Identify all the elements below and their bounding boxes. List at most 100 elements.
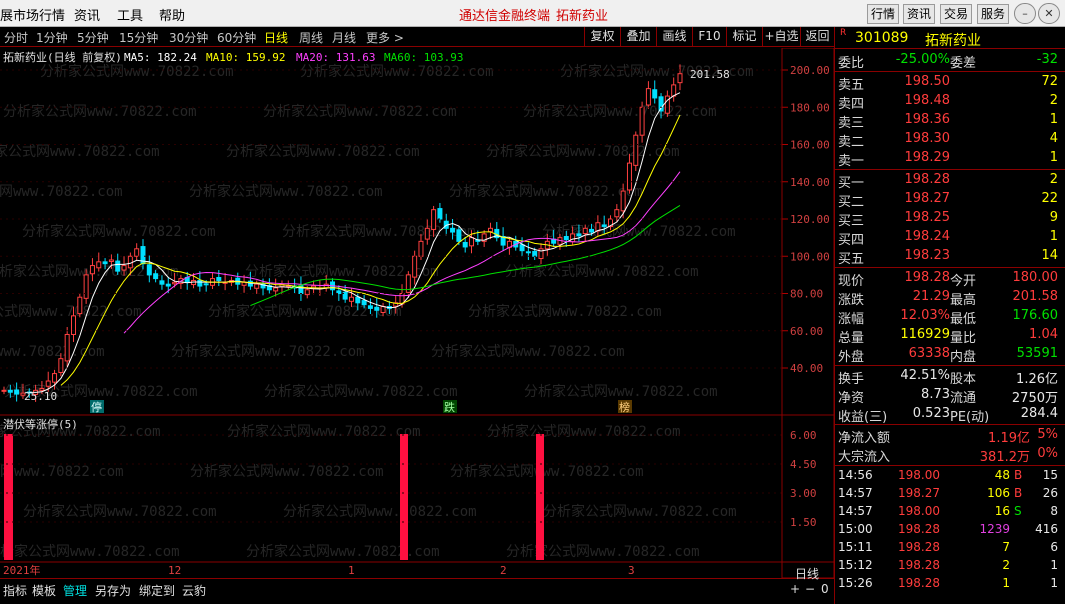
news-button[interactable]: 资讯 [903,4,935,24]
stat2-row: 净资 8.73 流通 2750万 [835,386,1065,406]
buy-row[interactable]: 买五 198.23 14 [835,247,1065,267]
sell-row[interactable]: 卖五 198.50 72 [835,73,1065,93]
tick-row[interactable]: 15:00 198.28 1239 416 [835,521,1065,540]
sell-price: 198.29 [904,150,951,165]
trade-button[interactable]: 交易 [940,4,972,24]
candle-body [153,273,159,280]
zoom-out-button[interactable]: − [805,582,815,596]
buy-row[interactable]: 买一 198.28 2 [835,171,1065,191]
period-15min[interactable]: 15分钟 [119,29,158,46]
zoom-in-button[interactable]: + [790,582,800,596]
stat-label: 最低 [950,312,977,327]
kline-chart[interactable]: 分析家公式网www.70822.com 分析家公式网www.70822.com 分析… [0,47,835,579]
candle-body [172,281,178,285]
watermark-text: 分析家公式网www.70822.com [23,503,217,520]
period-5min[interactable]: 5分钟 [77,29,109,46]
candle-body [115,260,121,272]
menu-tools[interactable]: 工具 [117,5,143,24]
watermark-text: 分析家公式网www.70822.com [543,503,737,520]
ma60-line [250,204,681,307]
tab-manage[interactable]: 管理 [63,582,87,599]
period-timeshare[interactable]: 分时 [4,29,28,46]
tab-cloud[interactable]: 云豹 [182,582,206,599]
f10-button[interactable]: F10 [692,27,726,46]
period-30min[interactable]: 30分钟 [169,29,208,46]
minimize-icon[interactable]: – [1014,3,1036,24]
tick-row[interactable]: 14:57 198.27 106 B 26 [835,485,1065,504]
sell-row[interactable]: 卖四 198.48 2 [835,92,1065,112]
stat2-value: 1.26亿 [1016,372,1058,387]
period-monthly[interactable]: 月线 [332,29,356,46]
candle-body [639,106,645,136]
tab-indicator[interactable]: 指标 [3,582,27,599]
zoom-reset-button[interactable]: 0 [821,582,829,596]
candle-body [241,281,247,286]
stock-code[interactable]: 301089 [855,30,908,46]
tab-bind[interactable]: 绑定到 [139,582,175,599]
menu-news[interactable]: 资讯 [74,5,100,24]
indicator-title: 潜伏等涨停(5) [3,417,78,431]
buy-row[interactable]: 买四 198.24 1 [835,228,1065,248]
watermark-text: 分析家公式网www.70822.com [0,303,142,320]
tab-template[interactable]: 模板 [32,582,56,599]
buy-price: 198.28 [904,172,951,187]
tick-count: 26 [1042,486,1058,500]
flow-value: 1.19亿 [988,431,1030,446]
mark-list[interactable]: 榜 [619,400,630,414]
tick-volume: 1 [1002,576,1010,590]
buy-volume: 1 [1049,229,1058,244]
period-60min[interactable]: 60分钟 [217,29,256,46]
stat-label: 涨幅 [838,312,865,327]
draw-button[interactable]: 画线 [656,27,692,46]
back-button[interactable]: 返回 [800,27,834,46]
menu-help[interactable]: 帮助 [159,5,185,24]
menu-market[interactable]: 展市场行情 [0,5,65,24]
sell-row[interactable]: 卖一 198.29 1 [835,149,1065,169]
sell-row[interactable]: 卖二 198.30 4 [835,130,1065,150]
candle-body [58,358,64,373]
candle-body [645,88,651,106]
stat2-label: 净资 [838,391,865,406]
watermark-text: 分析家公式网www.70822.com [524,383,718,400]
watermark-text: 分析家公式网www.70822.com [0,463,124,480]
sell-price: 198.50 [904,74,951,89]
chart-area[interactable]: 分析家公式网www.70822.com 分析家公式网www.70822.com 分析… [0,47,835,579]
mark-halt[interactable]: 停 [91,400,102,414]
overlay-button[interactable]: 叠加 [620,27,656,46]
candle-body [412,255,418,278]
candle-body [570,233,576,243]
tab-saveas[interactable]: 另存为 [95,582,131,599]
weicha-value: -32 [1036,52,1058,67]
service-button[interactable]: 服务 [977,4,1009,24]
candle-body [127,255,133,269]
date-label-2: 2 [500,564,507,577]
close-icon[interactable]: ✕ [1038,3,1060,24]
chart-title: 拓新药业(日线 前复权) [3,50,122,64]
tick-row[interactable]: 15:12 198.28 2 1 [835,557,1065,576]
period-1min[interactable]: 1分钟 [36,29,68,46]
period-daily[interactable]: 日线 [264,29,288,46]
tick-count: 15 [1042,468,1058,482]
tick-row[interactable]: 14:56 198.00 48 B 15 [835,467,1065,486]
price-tick-label: 120.00 [790,213,830,226]
stat2-label: 收益(三) [838,410,888,425]
tick-row[interactable]: 14:57 198.00 16 S 8 [835,503,1065,522]
candle-body [96,261,102,269]
buy-row[interactable]: 买三 198.25 9 [835,209,1065,229]
menu-bar: 展市场行情 资讯 工具 帮助 通达信金融终端 拓新药业 行情 资讯 交易 服务 … [0,0,1065,27]
tick-row[interactable]: 15:26 198.28 1 1 [835,575,1065,594]
mark-drop[interactable]: 跌 [444,400,455,414]
watermark-text: 分析家公式网www.70822.com [505,263,699,280]
candle-body [424,227,430,240]
period-more[interactable]: 更多 > [366,29,404,46]
mark-button[interactable]: 标记 [726,27,762,46]
stock-name[interactable]: 拓新药业 [925,30,981,50]
period-weekly[interactable]: 周线 [299,29,323,46]
buy-row[interactable]: 买二 198.27 22 [835,190,1065,210]
tick-row[interactable]: 15:11 198.28 7 6 [835,539,1065,558]
adjust-button[interactable]: 复权 [584,27,620,46]
watermark-text: 分析家公式网www.70822.com [0,183,123,200]
add-watchlist-button[interactable]: +自选 [762,27,800,46]
sell-row[interactable]: 卖三 198.36 1 [835,111,1065,131]
quote-button[interactable]: 行情 [867,4,899,24]
